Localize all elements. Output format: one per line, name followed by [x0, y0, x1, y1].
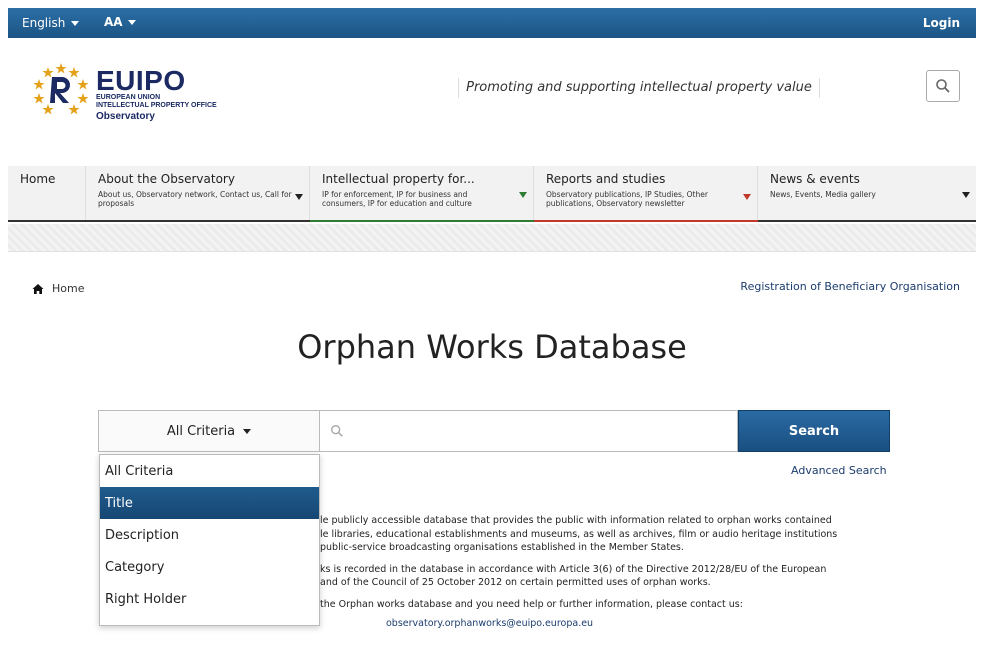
- nav-reports-label: Reports and studies: [546, 172, 666, 186]
- intro-line: le publicly accessible database that pro…: [320, 515, 832, 526]
- brand-subtitle-2: INTELLECTUAL PROPERTY OFFICE: [96, 102, 217, 109]
- chevron-down-icon: [127, 19, 136, 25]
- brand-name: EUIPO: [96, 65, 186, 96]
- nav-ip-for-desc: IP for enforcement, IP for business and …: [322, 190, 472, 208]
- main-nav: Home About the Observatory About us, Obs…: [8, 166, 976, 222]
- advanced-search-link[interactable]: Advanced Search: [791, 464, 887, 477]
- breadcrumb-home[interactable]: Home: [52, 282, 84, 295]
- search-icon: [936, 79, 950, 93]
- browser-frame: English AA Login EUIPO EUROPEAN UNION IN…: [8, 8, 976, 652]
- page-title: Orphan Works Database: [297, 328, 687, 366]
- registration-link[interactable]: Registration of Beneficiary Organisation: [740, 280, 960, 293]
- nav-about-desc: About us, Observatory network, Contact u…: [98, 190, 292, 208]
- font-size-selector[interactable]: AA: [104, 15, 136, 29]
- dropdown-option-category[interactable]: Category: [100, 551, 319, 583]
- chevron-down-icon: [519, 192, 527, 198]
- criteria-dropdown-menu: All Criteria Title Description Category …: [99, 454, 320, 626]
- tagline: Promoting and supporting intellectual pr…: [458, 78, 820, 98]
- brand-subtitle: EUROPEAN UNION: [96, 94, 161, 101]
- nav-reports-desc: Observatory publications, IP Studies, Ot…: [546, 190, 708, 208]
- intro-line: le libraries, educational establishments…: [320, 528, 838, 540]
- chevron-down-icon: [743, 194, 751, 200]
- eu-stars-logo-icon: [33, 63, 89, 115]
- decorative-stripe: [8, 224, 976, 252]
- criteria-dropdown[interactable]: All Criteria: [98, 410, 320, 452]
- search-button[interactable]: Search: [738, 410, 890, 452]
- chevron-down-icon: [71, 20, 80, 26]
- intro-text: le publicly accessible database that pro…: [320, 514, 880, 619]
- search-input[interactable]: [350, 416, 730, 446]
- home-icon[interactable]: [32, 283, 44, 295]
- site-header: EUIPO EUROPEAN UNION INTELLECTUAL PROPER…: [8, 38, 976, 166]
- intro-line: the Orphan works database and you need h…: [320, 598, 743, 610]
- euipo-logo[interactable]: EUIPO EUROPEAN UNION INTELLECTUAL PROPER…: [32, 60, 217, 123]
- dropdown-option-title[interactable]: Title: [100, 487, 319, 519]
- nav-about-label: About the Observatory: [98, 172, 235, 186]
- login-link[interactable]: Login: [923, 16, 960, 30]
- font-size-label: AA: [104, 15, 123, 29]
- nav-home-label: Home: [20, 172, 56, 186]
- intro-line: public-service broadcasting organisation…: [320, 542, 684, 553]
- intro-line: and of the Council of 25 October 2012 on…: [320, 577, 711, 588]
- chevron-down-icon: [962, 192, 970, 198]
- nav-about[interactable]: About the Observatory About us, Observat…: [86, 166, 310, 220]
- intro-line: ks is recorded in the database in accord…: [320, 563, 827, 575]
- nav-news[interactable]: News & events News, Events, Media galler…: [758, 166, 976, 220]
- breadcrumb: Home: [32, 282, 84, 295]
- nav-ip-for-label: Intellectual property for...: [322, 172, 475, 186]
- nav-news-desc: News, Events, Media gallery: [770, 190, 876, 199]
- search-icon: [331, 425, 343, 437]
- language-label: English: [22, 16, 66, 30]
- language-selector[interactable]: English: [22, 16, 80, 30]
- nav-reports[interactable]: Reports and studies Observatory publicat…: [534, 166, 758, 222]
- nav-underline: [534, 220, 758, 222]
- dropdown-option-right-holder[interactable]: Right Holder: [100, 583, 319, 615]
- nav-ip-for[interactable]: Intellectual property for... IP for enfo…: [310, 166, 534, 222]
- contact-email-link[interactable]: observatory.orphanworks@euipo.europa.eu: [386, 618, 593, 629]
- criteria-selected: All Criteria: [166, 423, 236, 439]
- dropdown-option-all-criteria[interactable]: All Criteria: [100, 455, 319, 487]
- header-search-button[interactable]: [926, 70, 960, 102]
- search-field: [320, 410, 738, 452]
- chevron-down-icon: [243, 428, 252, 434]
- top-bar: English AA Login: [8, 8, 976, 38]
- nav-underline: [310, 220, 534, 222]
- nav-news-label: News & events: [770, 172, 860, 186]
- chevron-down-icon: [295, 194, 303, 200]
- brand-observatory: Observatory: [96, 111, 155, 122]
- nav-home[interactable]: Home: [8, 166, 86, 220]
- dropdown-option-description[interactable]: Description: [100, 519, 319, 551]
